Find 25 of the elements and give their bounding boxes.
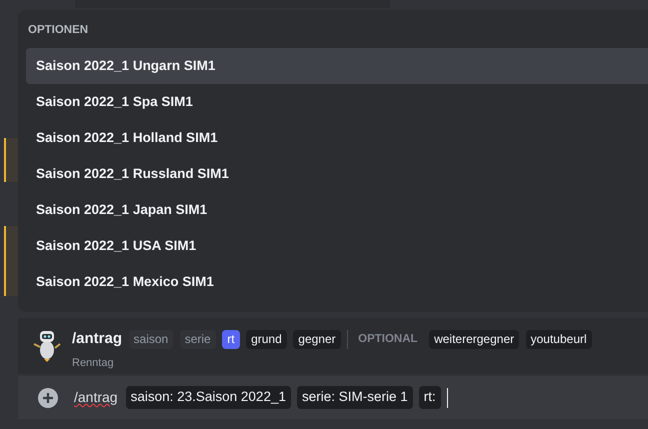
add-icon[interactable] bbox=[38, 388, 58, 408]
option-item[interactable]: Saison 2022_1 Holland SIM1 bbox=[26, 120, 648, 156]
robot-icon bbox=[32, 328, 62, 362]
option-item[interactable]: Saison 2022_1 Japan SIM1 bbox=[26, 192, 648, 228]
param-chip[interactable]: weiterergegner bbox=[429, 330, 520, 349]
param-chip[interactable]: youtubeurl bbox=[526, 330, 592, 349]
param-chip[interactable]: serie bbox=[180, 330, 216, 349]
param-chip[interactable]: grund bbox=[246, 330, 287, 349]
option-chip[interactable]: rt: bbox=[418, 386, 441, 409]
option-item[interactable]: Saison 2022_1 Spa SIM1 bbox=[26, 84, 648, 120]
option-item[interactable]: Saison 2022_1 Ungarn SIM1 bbox=[26, 48, 648, 84]
option-chip[interactable]: serie: SIM-serie 1 bbox=[296, 386, 413, 409]
option-item[interactable]: Saison 2022_1 Mexico SIM1 bbox=[26, 264, 648, 300]
param-chip[interactable]: gegner bbox=[293, 330, 341, 349]
bot-name: Renntag bbox=[72, 356, 115, 370]
param-chip[interactable]: saison bbox=[128, 330, 174, 349]
option-item[interactable]: Saison 2022_1 Russland SIM1 bbox=[26, 156, 648, 192]
section-heading: OPTIONEN bbox=[28, 23, 90, 38]
text-cursor bbox=[446, 388, 448, 408]
optional-label: OPTIONAL bbox=[347, 330, 423, 349]
option-chip[interactable]: saison: 23.Saison 2022_1 bbox=[126, 386, 291, 409]
option-item[interactable]: Saison 2022_1 USA SIM1 bbox=[26, 228, 648, 264]
command-name: /antrag bbox=[72, 329, 122, 349]
param-chip[interactable]: rt bbox=[222, 330, 240, 349]
command-text: /antrag bbox=[74, 388, 118, 407]
